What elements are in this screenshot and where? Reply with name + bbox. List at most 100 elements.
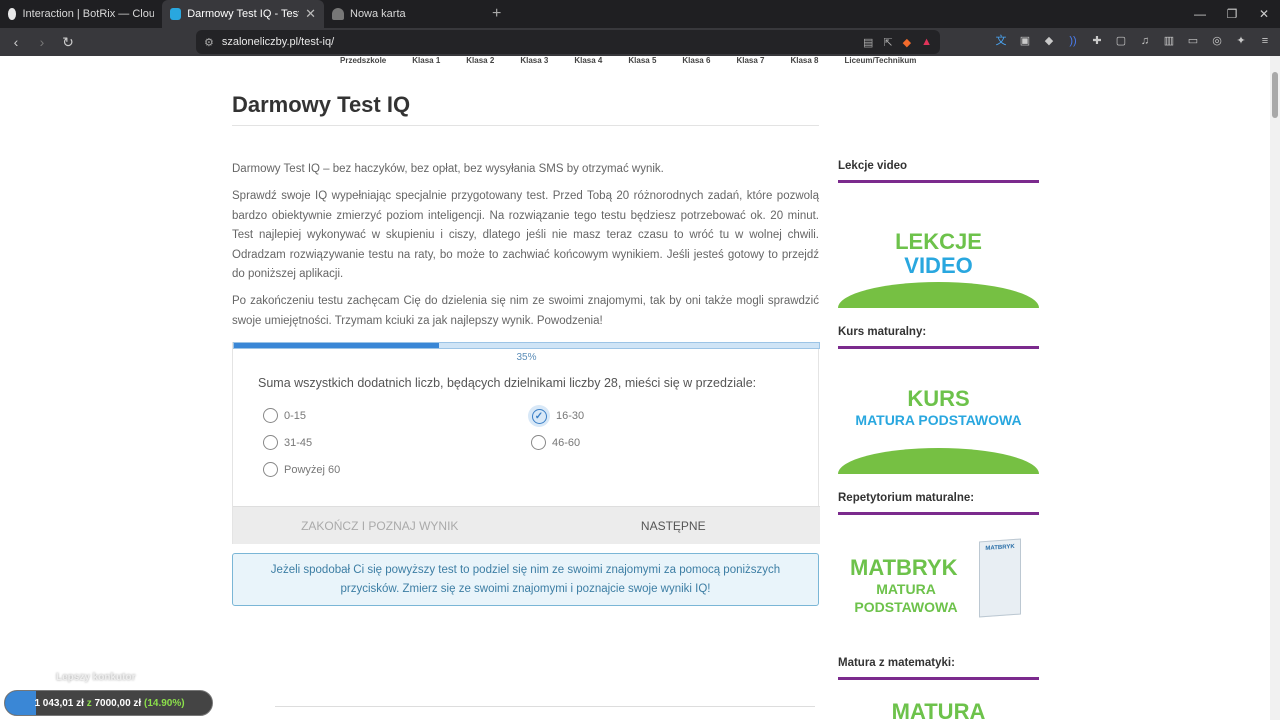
sidebar-heading: Matura z matematyki: bbox=[838, 657, 955, 669]
book-title: MATBRYK bbox=[985, 543, 1015, 553]
quiz-card: 35% Suma wszystkich dodatnich liczb, będ… bbox=[232, 342, 820, 544]
address-bar[interactable]: ⚙ szaloneliczby.pl/test-iq/ ▤ ⇱ ◆ ▲ bbox=[196, 30, 940, 54]
radio-button-checked[interactable]: ✓ bbox=[528, 405, 550, 427]
matbryk-banner[interactable]: MATBRYK MATURA PODSTAWOWA MATBRYK bbox=[838, 532, 1039, 640]
minimize-icon[interactable]: — bbox=[1184, 0, 1216, 28]
tab-title: Darmowy Test IQ - Testy bbox=[187, 8, 300, 20]
quiz-progress-label: 35% bbox=[516, 352, 537, 363]
rewards-icon[interactable]: ▲ bbox=[921, 36, 932, 49]
nav-item[interactable]: Klasa 1 bbox=[412, 56, 440, 65]
course-banner[interactable]: KURS MATURA PODSTAWOWA bbox=[838, 366, 1039, 474]
nav-item[interactable]: Klasa 8 bbox=[790, 56, 818, 65]
forward-icon[interactable]: › bbox=[32, 34, 52, 50]
article-body: Darmowy Test IQ – bez haczyków, bez opła… bbox=[232, 160, 819, 339]
translate-icon[interactable]: 文 bbox=[994, 34, 1008, 48]
music-icon[interactable]: ♫ bbox=[1138, 34, 1152, 48]
banner-text: LEKCJE bbox=[895, 229, 982, 254]
quiz-option[interactable]: ✓ 16-30 bbox=[528, 405, 585, 427]
content-divider bbox=[275, 706, 815, 707]
banner-text: KURS bbox=[907, 386, 970, 411]
botrix-favicon-icon bbox=[8, 8, 17, 20]
video-lessons-banner[interactable]: LEKCJE VIDEO bbox=[838, 200, 1039, 308]
close-tab-icon[interactable]: ✕ bbox=[305, 6, 316, 22]
scrollbar-thumb[interactable] bbox=[1272, 72, 1278, 118]
quiz-actions: ZAKOŃCZ I POZNAJ WYNIK NASTĘPNE bbox=[233, 506, 820, 544]
tab-new[interactable]: Nowa karta bbox=[324, 0, 486, 28]
extension-icon[interactable]: ▣ bbox=[1018, 34, 1032, 48]
radio-button[interactable] bbox=[263, 408, 278, 423]
quiz-option[interactable]: 31-45 bbox=[263, 435, 312, 450]
quiz-option[interactable]: Powyżej 60 bbox=[263, 462, 340, 477]
next-question-button[interactable]: NASTĘPNE bbox=[527, 507, 821, 544]
share-icon[interactable]: ⇱ bbox=[883, 36, 892, 49]
banner-hill bbox=[838, 448, 1039, 474]
nav-item[interactable]: Klasa 3 bbox=[520, 56, 548, 65]
option-label: 16-30 bbox=[556, 410, 585, 422]
tab-title: Nowa karta bbox=[350, 8, 406, 20]
close-window-icon[interactable]: ✕ bbox=[1248, 0, 1280, 28]
banner-hill bbox=[838, 282, 1039, 308]
nav-item[interactable]: Klasa 5 bbox=[628, 56, 656, 65]
sidebar-heading: Repetytorium maturalne: bbox=[838, 492, 975, 504]
sidebar-rule bbox=[838, 677, 1039, 680]
radio-button[interactable] bbox=[531, 435, 546, 450]
menu-icon[interactable]: ≡ bbox=[1258, 34, 1272, 48]
extensions-area: 文 ▣ ◆ )) ✚ ▢ ♫ ▥ ▭ ◎ ✦ ≡ bbox=[994, 34, 1272, 48]
sidebar-icon[interactable]: ▥ bbox=[1162, 34, 1176, 48]
banner-text: MATBRYK bbox=[850, 555, 958, 580]
site-favicon-icon bbox=[170, 8, 182, 20]
quiz-option[interactable]: 46-60 bbox=[531, 435, 580, 450]
matura-banner[interactable]: MATURA bbox=[838, 700, 1039, 720]
quiz-option[interactable]: 0-15 bbox=[263, 408, 306, 423]
web-page: Przedszkole Klasa 1 Klasa 2 Klasa 3 Klas… bbox=[0, 56, 1270, 720]
option-label: 46-60 bbox=[552, 436, 581, 449]
tab-strip: Interaction | BotRix — Cloud Stream... D… bbox=[0, 0, 1280, 28]
radio-button[interactable] bbox=[263, 462, 278, 477]
wallet-icon[interactable]: ▭ bbox=[1186, 34, 1200, 48]
quiz-progress-fill bbox=[234, 343, 439, 348]
donation-separator: z bbox=[86, 698, 92, 709]
option-label: 0-15 bbox=[284, 409, 307, 422]
screenshot-icon[interactable]: ▢ bbox=[1114, 34, 1128, 48]
site-info-icon[interactable]: ⚙ bbox=[204, 36, 214, 49]
sidebar-heading: Lekcje video bbox=[838, 160, 908, 172]
radio-button[interactable] bbox=[263, 435, 278, 450]
brave-shield-icon[interactable]: ◆ bbox=[903, 36, 911, 49]
donation-goal: 7000,00 zł bbox=[94, 698, 142, 709]
donation-percent: (14.90%) bbox=[143, 698, 185, 709]
nav-item[interactable]: Klasa 6 bbox=[682, 56, 710, 65]
browser-toolbar: ‹ › ↻ ⚙ szaloneliczby.pl/test-iq/ ▤ ⇱ ◆ … bbox=[0, 28, 1280, 56]
puzzle-icon[interactable]: ✚ bbox=[1090, 34, 1104, 48]
quiz-progress-bar bbox=[233, 342, 820, 349]
option-label: Powyżej 60 bbox=[284, 463, 341, 476]
nav-item[interactable]: Klasa 4 bbox=[574, 56, 602, 65]
reader-icon[interactable]: ▤ bbox=[863, 36, 873, 49]
banner-text: MATURA bbox=[876, 581, 936, 597]
finish-quiz-button[interactable]: ZAKOŃCZ I POZNAJ WYNIK bbox=[233, 507, 527, 544]
nav-item[interactable]: Klasa 2 bbox=[466, 56, 494, 65]
sidebar-rule bbox=[838, 180, 1039, 183]
article-paragraph: Sprawdź swoje IQ wypełniając specjalnie … bbox=[232, 190, 819, 281]
article-paragraph: Po zakończeniu testu zachęcam Cię do dzi… bbox=[232, 295, 819, 327]
extension-icon[interactable]: ◆ bbox=[1042, 34, 1056, 48]
tab-test-iq[interactable]: Darmowy Test IQ - Testy ✕ bbox=[162, 0, 324, 28]
url-text[interactable]: szaloneliczby.pl/test-iq/ bbox=[222, 36, 334, 48]
nav-item[interactable]: Przedszkole bbox=[340, 56, 386, 65]
nav-item[interactable]: Klasa 7 bbox=[736, 56, 764, 65]
donation-goal-label: Lepszy konkutor bbox=[56, 672, 136, 683]
vpn-icon[interactable]: ◎ bbox=[1210, 34, 1224, 48]
sidebar-rule bbox=[838, 512, 1039, 515]
window-controls: — ❐ ✕ bbox=[1184, 0, 1280, 28]
sidebar-heading: Kurs maturalny: bbox=[838, 326, 927, 338]
new-tab-icon[interactable]: + bbox=[492, 5, 501, 23]
back-icon[interactable]: ‹ bbox=[6, 34, 26, 50]
title-divider bbox=[232, 125, 819, 126]
share-notice: Jeżeli spodobał Ci się powyższy test to … bbox=[232, 553, 819, 606]
tab-botrix[interactable]: Interaction | BotRix — Cloud Stream... bbox=[0, 0, 162, 28]
maximize-icon[interactable]: ❐ bbox=[1216, 0, 1248, 28]
page-scrollbar[interactable] bbox=[1270, 56, 1280, 720]
leo-icon[interactable]: ✦ bbox=[1234, 34, 1248, 48]
reload-icon[interactable]: ↻ bbox=[58, 34, 78, 51]
extension-icon[interactable]: )) bbox=[1066, 34, 1080, 48]
nav-item[interactable]: Liceum/Technikum bbox=[845, 56, 917, 65]
